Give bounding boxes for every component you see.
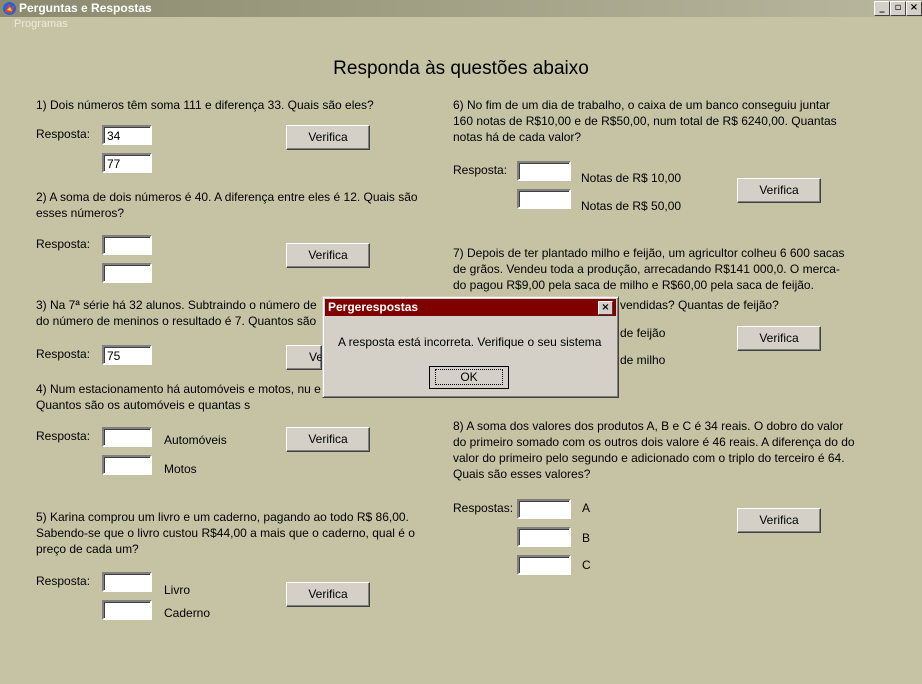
dialog-ok-button[interactable]: OK: [429, 366, 509, 389]
question-1-input-2[interactable]: 77: [102, 153, 152, 173]
question-6-input-2[interactable]: [517, 189, 571, 209]
question-4-label-motos: Motos: [164, 462, 197, 476]
question-2-text: 2) A soma de dois números é 40. A difere…: [36, 190, 418, 220]
question-2-input-1[interactable]: [102, 235, 152, 255]
question-5-input-2[interactable]: [102, 600, 152, 620]
question-7-label-feijao: de feijão: [620, 326, 666, 340]
question-6-verify-button[interactable]: Verifica: [737, 178, 821, 203]
question-5-input-1[interactable]: [102, 572, 152, 592]
question-8-label-c: C: [582, 558, 591, 572]
dialog-titlebar[interactable]: Pergerespostas ×: [325, 299, 616, 316]
question-4-label: Resposta:: [36, 429, 91, 443]
dialog-title: Pergerespostas: [328, 300, 419, 314]
app-icon: [3, 2, 16, 15]
question-6-input-1[interactable]: [517, 161, 571, 181]
question-1-text: 1) Dois números têm soma 111 e diferença…: [36, 98, 374, 112]
question-8-label-b: B: [582, 531, 591, 545]
question-8-text: 8) A soma dos valores dos produtos A, B …: [453, 419, 855, 481]
question-8-input-c[interactable]: [517, 555, 571, 575]
question-2-verify-button[interactable]: Verifica: [286, 243, 370, 268]
minimize-button[interactable]: _: [874, 1, 890, 16]
question-2-label: Resposta:: [36, 237, 91, 251]
question-8-label: Respostas:: [453, 501, 514, 515]
question-8-input-b[interactable]: [517, 527, 571, 547]
question-2-input-2[interactable]: [102, 263, 152, 283]
window-title: Perguntas e Respostas: [19, 1, 152, 15]
question-5-text: 5) Karina comprou um livro e um caderno,…: [36, 510, 415, 556]
question-7-text-tail: vendidas? Quantas de feijão?: [620, 298, 779, 312]
question-4-label-automoveis: Automóveis: [164, 433, 227, 447]
question-7-label-milho: de milho: [620, 353, 666, 367]
dialog-close-button[interactable]: ×: [598, 301, 613, 315]
question-6-label: Resposta:: [453, 163, 508, 177]
question-5-label: Resposta:: [36, 574, 91, 588]
dialog-message: A resposta está incorreta. Verifique o s…: [338, 335, 602, 349]
menu-item-programas[interactable]: Programas: [14, 18, 68, 30]
page-title: Responda às questões abaixo: [333, 58, 589, 79]
question-4-input-2[interactable]: [102, 455, 152, 475]
question-8-input-a[interactable]: [517, 499, 571, 519]
question-3-label: Resposta:: [36, 347, 91, 361]
question-5-label-livro: Livro: [164, 583, 191, 597]
question-6-label-notas-50: Notas de R$ 50,00: [581, 199, 682, 213]
question-6-label-notas-10: Notas de R$ 10,00: [581, 171, 682, 185]
question-4-input-1[interactable]: [102, 427, 152, 447]
question-3-text: 3) Na 7ª série há 32 alunos. Subtraindo …: [36, 298, 317, 328]
question-5-verify-button[interactable]: Verifica: [286, 582, 370, 607]
question-8-verify-button[interactable]: Verifica: [737, 508, 821, 533]
question-7-verify-button[interactable]: Verifica: [737, 326, 821, 351]
question-3-input-1[interactable]: 75: [102, 345, 152, 365]
question-4-verify-button[interactable]: Verifica: [286, 427, 370, 452]
question-3-verify-button[interactable]: Ve: [286, 345, 322, 370]
question-7-text: 7) Depois de ter plantado milho e feijão…: [453, 246, 845, 292]
message-dialog: Pergerespostas × A resposta está incorre…: [322, 296, 619, 398]
question-1-label: Resposta:: [36, 127, 91, 141]
maximize-button[interactable]: ▫: [890, 1, 906, 16]
question-5-label-caderno: Caderno: [164, 606, 211, 620]
question-1-input-1[interactable]: 34: [102, 125, 152, 145]
close-button[interactable]: ×: [906, 1, 922, 16]
question-1-verify-button[interactable]: Verifica: [286, 125, 370, 150]
question-6-text: 6) No fim de um dia de trabalho, o caixa…: [453, 98, 837, 144]
window-titlebar[interactable]: Perguntas e Respostas _ ▫ ×: [0, 0, 922, 17]
question-8-label-a: A: [582, 501, 591, 515]
dialog-ok-label: OK: [435, 369, 503, 385]
